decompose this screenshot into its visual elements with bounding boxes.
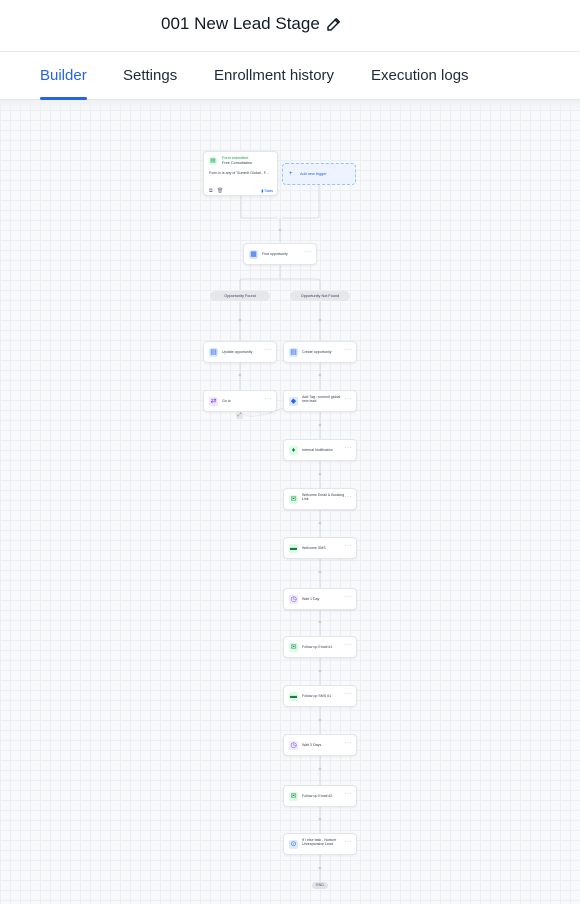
- goto-icon: ⇄: [209, 397, 218, 406]
- more-options-icon[interactable]: ···: [345, 740, 353, 746]
- branch-opportunity-found[interactable]: Opportunity Found: [210, 291, 270, 301]
- tab-settings[interactable]: Settings: [123, 67, 177, 84]
- copy-icon[interactable]: ⧉: [209, 188, 213, 194]
- add-new-trigger-button[interactable]: + Add new trigger: [282, 163, 356, 185]
- action-follow-up-sms-1[interactable]: ▬ Follow up SMS #1 ···: [283, 685, 357, 707]
- sms-icon: ▬: [289, 692, 298, 701]
- search-document-icon: ▦: [249, 250, 258, 259]
- action-follow-up-email-1[interactable]: ✉ Follow up Email #1 ···: [283, 636, 357, 658]
- email-icon: ✉: [289, 792, 298, 801]
- more-options-icon[interactable]: ···: [345, 791, 353, 797]
- node-label: Follow up Email #1: [302, 645, 333, 649]
- form-icon: ▤: [209, 157, 217, 165]
- tab-bar: Builder Settings Enrollment history Exec…: [0, 52, 580, 100]
- workflow-header: 001 New Lead Stage: [0, 0, 580, 52]
- node-label: Wait 3 Days: [302, 743, 322, 747]
- node-label: Follow up Email #2: [302, 794, 333, 798]
- opportunity-icon: ▤: [209, 348, 218, 357]
- action-welcome-email[interactable]: ✉ Welcome Email & Booking Link ···: [283, 488, 357, 510]
- more-options-icon[interactable]: ···: [345, 347, 353, 353]
- node-label: If / else task - Nurture Unresponsive Le…: [302, 838, 337, 847]
- tab-builder[interactable]: Builder: [40, 67, 87, 84]
- node-label: Wait 1 Day: [302, 597, 320, 601]
- add-trigger-label: Add new trigger: [300, 172, 327, 176]
- node-label: Update opportunity: [222, 350, 253, 354]
- trash-icon[interactable]: 🗑: [217, 188, 223, 194]
- action-wait-3-days[interactable]: ◷ Wait 3 Days ···: [283, 734, 357, 756]
- more-options-icon[interactable]: ···: [345, 396, 353, 402]
- pencil-icon[interactable]: [325, 15, 343, 33]
- more-options-icon[interactable]: ···: [345, 543, 353, 549]
- node-label: Internal Notification: [302, 448, 333, 452]
- bell-icon: ♦: [289, 446, 298, 455]
- node-label: Create opportunity: [302, 350, 332, 354]
- more-options-icon[interactable]: ···: [305, 249, 313, 255]
- node-label: Welcome SMS: [302, 546, 326, 550]
- node-label: Add Tag : summit global new lead: [302, 395, 341, 404]
- stats-label: Stats: [264, 189, 273, 193]
- email-icon: ✉: [289, 643, 298, 652]
- node-label: Follow up SMS #1: [302, 694, 332, 698]
- trigger-type: Form submitted: [222, 156, 249, 160]
- plus-icon: +: [289, 171, 293, 177]
- trigger-card-form-submitted[interactable]: ▤ Form submitted Free Consultation Form …: [203, 151, 278, 196]
- tab-enrollment-history[interactable]: Enrollment history: [214, 67, 334, 84]
- action-create-opportunity[interactable]: ▤ Create opportunity ···: [283, 341, 357, 363]
- tag-icon: ◆: [289, 397, 298, 406]
- clock-icon: ◷: [289, 741, 298, 750]
- more-options-icon[interactable]: ···: [345, 642, 353, 648]
- opportunity-icon: ▤: [289, 348, 298, 357]
- more-options-icon[interactable]: ···: [265, 396, 273, 402]
- more-options-icon[interactable]: ···: [345, 494, 353, 500]
- sms-icon: ▬: [289, 544, 298, 553]
- end-marker: END: [312, 882, 328, 889]
- node-label: Go to: [222, 399, 231, 403]
- trigger-stats-link[interactable]: ▮ Stats: [261, 188, 273, 193]
- action-update-opportunity[interactable]: ▤ Update opportunity ···: [203, 341, 277, 363]
- more-options-icon[interactable]: ···: [345, 691, 353, 697]
- action-follow-up-email-2[interactable]: ✉ Follow up Email #2 ···: [283, 785, 357, 807]
- email-icon: ✉: [289, 495, 298, 504]
- branch-opportunity-not-found[interactable]: Opportunity Not Found: [290, 291, 350, 301]
- node-label: Welcome Email & Booking Link: [302, 493, 345, 502]
- workflow-title[interactable]: 001 New Lead Stage: [161, 14, 320, 34]
- trigger-name: Free Consultation: [222, 161, 252, 165]
- more-options-icon[interactable]: ···: [345, 839, 353, 845]
- action-goto[interactable]: ⇄ Go to ···: [203, 390, 277, 412]
- trigger-condition: Form is is any of 'Summit Global - F...: [209, 171, 269, 175]
- action-if-else[interactable]: ⊙ If / else task - Nurture Unresponsive …: [283, 833, 357, 855]
- action-find-opportunity[interactable]: ▦ Find opportunity ···: [243, 243, 317, 265]
- node-label: Find opportunity: [262, 252, 288, 256]
- branch-icon: ⊙: [289, 840, 298, 849]
- action-welcome-sms[interactable]: ▬ Welcome SMS ···: [283, 537, 357, 559]
- more-options-icon[interactable]: ···: [265, 347, 273, 353]
- more-options-icon[interactable]: ···: [345, 594, 353, 600]
- tab-execution-logs[interactable]: Execution logs: [371, 67, 469, 84]
- clock-icon: ◷: [289, 595, 298, 604]
- action-wait-1-day[interactable]: ◷ Wait 1 Day ···: [283, 588, 357, 610]
- action-internal-notification[interactable]: ♦ Internal Notification ···: [283, 439, 357, 461]
- more-options-icon[interactable]: ···: [345, 445, 353, 451]
- expand-icon[interactable]: ⤢: [236, 412, 243, 419]
- action-add-tag[interactable]: ◆ Add Tag : summit global new lead ···: [283, 390, 357, 412]
